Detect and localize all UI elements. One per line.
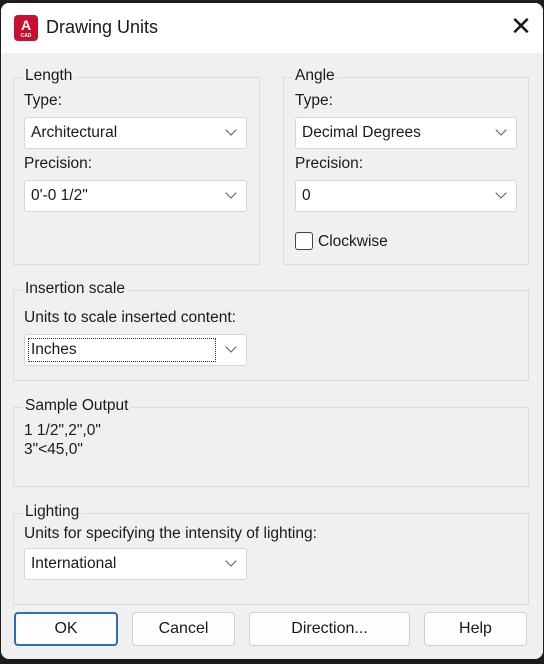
length-type-label: Type: [24,92,62,109]
clockwise-checkbox[interactable] [295,232,313,250]
length-type-value: Architectural [31,124,118,141]
insertion-label: Units to scale inserted content: [24,309,236,326]
focus-rect [28,338,216,362]
drawing-units-dialog: A CAD Drawing Units ✕ Length Type: Archit… [1,3,543,659]
insertion-legend: Insertion scale [22,280,128,298]
sample-output-text: 1 1/2",2",0" 3"<45,0" [24,421,101,459]
chevron-down-icon [224,181,238,211]
sample-line: 1 1/2",2",0" [24,422,101,439]
length-precision-label: Precision: [24,155,93,172]
angle-precision-value: 0 [302,187,311,204]
chevron-down-icon [224,549,238,579]
length-precision-select[interactable]: 0'-0 1/2" [24,180,247,212]
sample-legend: Sample Output [22,397,132,415]
angle-legend: Angle [292,67,338,85]
lighting-label: Units for specifying the intensity of li… [24,525,317,542]
window-title: Drawing Units [46,17,159,37]
lighting-units-value: International [31,555,117,572]
autocad-icon: A CAD [14,15,38,41]
insertion-units-select[interactable]: Inches [24,334,247,366]
app-icon-sub: CAD [20,33,32,39]
cancel-button[interactable]: Cancel [132,612,235,646]
clockwise-label[interactable]: Clockwise [318,233,388,251]
title-bar: A CAD Drawing Units ✕ [1,3,543,53]
app-icon-letter: A [20,17,32,33]
angle-type-select[interactable]: Decimal Degrees [295,117,517,149]
lighting-legend: Lighting [22,503,83,521]
length-type-select[interactable]: Architectural [24,117,247,149]
chevron-down-icon [494,118,508,148]
lighting-units-select[interactable]: International [24,548,247,580]
close-icon[interactable]: ✕ [507,13,535,41]
angle-precision-select[interactable]: 0 [295,180,517,212]
angle-type-label: Type: [295,92,333,109]
chevron-down-icon [224,335,238,365]
sample-line: 3"<45,0" [24,441,83,458]
ok-button[interactable]: OK [14,612,118,646]
angle-precision-label: Precision: [295,155,364,172]
length-precision-value: 0'-0 1/2" [31,187,88,204]
direction-button[interactable]: Direction... [249,612,410,646]
help-button[interactable]: Help [424,612,527,646]
chevron-down-icon [494,181,508,211]
length-legend: Length [22,67,76,85]
chevron-down-icon [224,118,238,148]
angle-type-value: Decimal Degrees [302,124,421,141]
